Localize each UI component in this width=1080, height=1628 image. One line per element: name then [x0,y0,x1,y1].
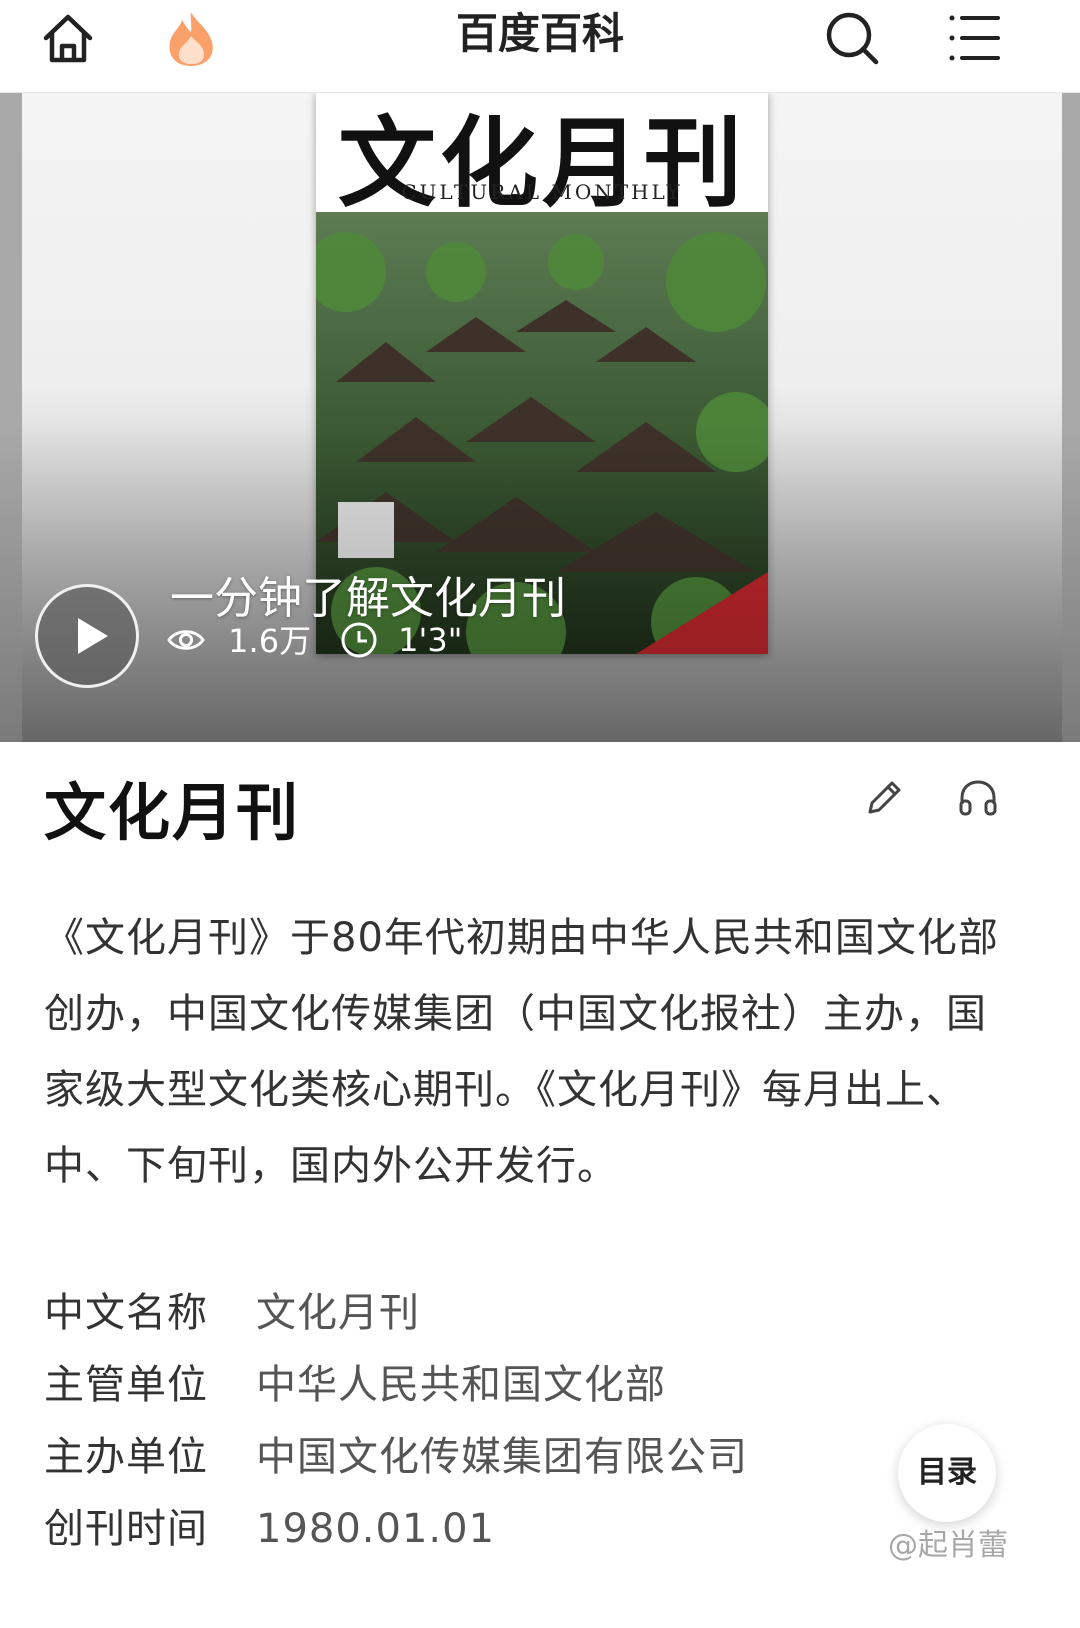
clock-icon [341,622,377,658]
eye-icon [167,630,205,650]
infobox-value: 1980.01.01 [256,1506,496,1552]
video-title: 一分钟了解文化月刊 [170,573,566,624]
infobox-row-supervisor: 主管单位 中华人民共和国文化部 [44,1352,904,1424]
infobox-value: 中华人民共和国文化部 [256,1362,666,1408]
edit-pencil-icon[interactable] [862,776,906,820]
infobox-value: 文化月刊 [256,1290,420,1336]
duration-value: 1'3" [398,621,463,659]
video-player[interactable]: 文化月刊 CULTURAL MONTHLY 一分钟了解文化月刊 1.6万 1'3… [0,92,1080,742]
search-icon[interactable] [822,8,882,68]
view-count-value: 1.6万 [228,622,312,660]
cover-subtitle: CULTURAL MONTHLY [401,180,683,204]
table-of-contents-button[interactable]: 目录 [898,1424,996,1522]
infobox-key: 创刊时间 [44,1506,208,1552]
top-nav-bar: 百度百科 [0,0,1080,93]
infobox-row-chinese-name: 中文名称 文化月刊 [44,1280,904,1352]
infobox-key: 主管单位 [44,1362,208,1408]
app-title: 百度百科 [455,9,624,58]
infobox-key: 主办单位 [44,1434,208,1480]
infobox-row-sponsor: 主办单位 中国文化传媒集团有限公司 [44,1424,904,1496]
play-icon [78,618,108,654]
view-count: 1.6万 [166,620,311,660]
headphones-listen-icon[interactable] [956,776,1000,820]
infobox-value: 中国文化传媒集团有限公司 [256,1434,748,1480]
infobox-row-founding-date: 创刊时间 1980.01.01 [44,1496,904,1568]
video-duration: 1'3" [340,620,462,660]
infobox-key: 中文名称 [44,1290,208,1336]
cover-masthead: 文化月刊 [337,106,746,221]
play-button[interactable] [35,584,139,688]
menu-icon[interactable] [944,8,1004,68]
entry-summary: 《文化月刊》于80年代初期由中华人民共和国文化部创办，中国文化传媒集团（中国文化… [44,915,999,1189]
infobox: 中文名称 文化月刊 主管单位 中华人民共和国文化部 主办单位 中国文化传媒集团有限公司… [44,1280,904,1568]
entry-title: 文化月刊 [44,776,301,849]
weibo-watermark: @起肖蕾 [888,1528,1008,1563]
